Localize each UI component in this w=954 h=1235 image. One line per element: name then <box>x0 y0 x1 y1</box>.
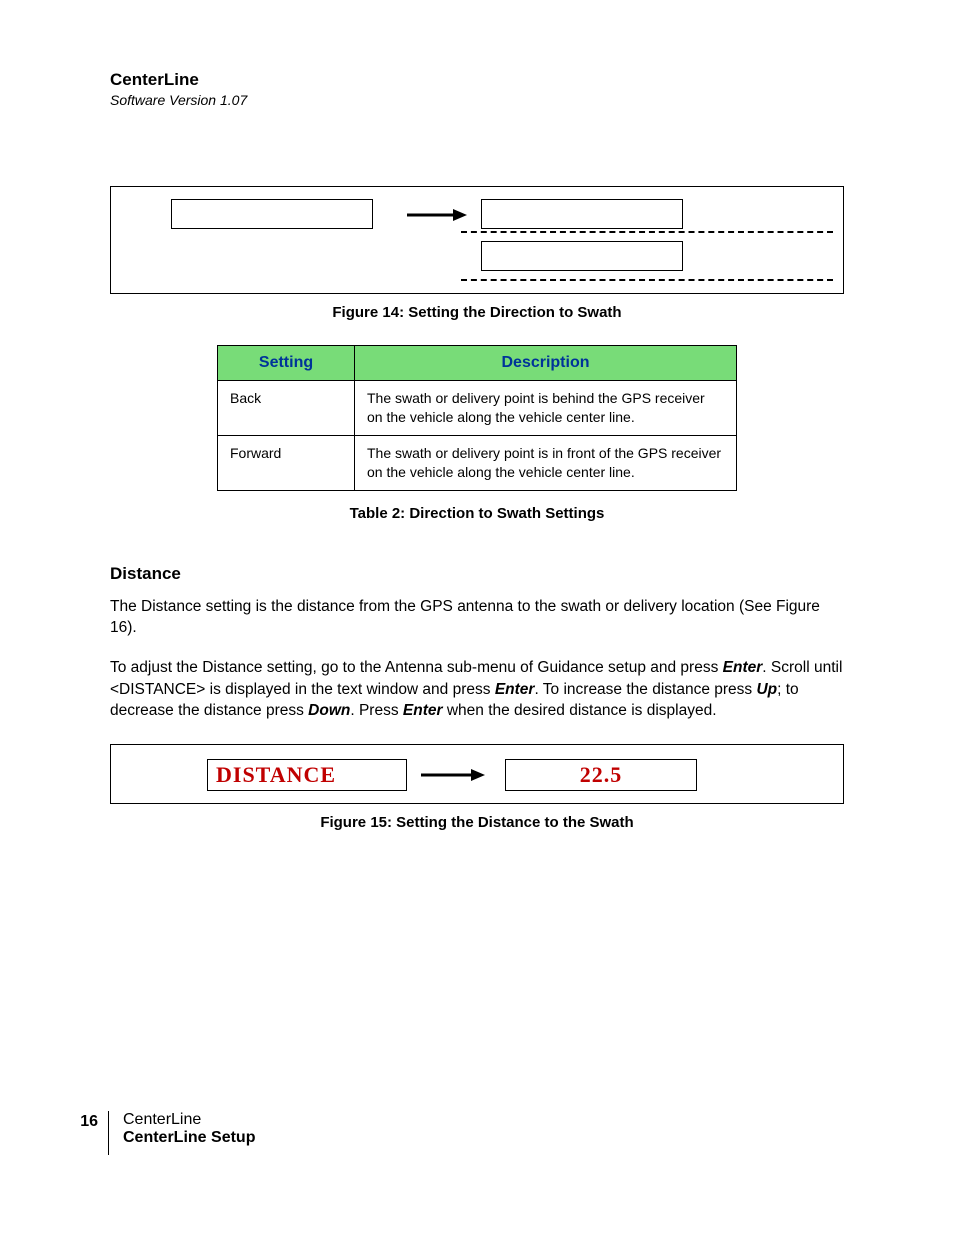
key-up: Up <box>756 681 777 698</box>
page-footer: 16 CenterLine CenterLine Setup <box>0 1111 255 1155</box>
text-run: To adjust the Distance setting, go to th… <box>110 659 723 676</box>
footer-text: CenterLine CenterLine Setup <box>123 1111 255 1147</box>
text-run: . Press <box>350 702 403 719</box>
cell-setting: Forward <box>218 435 355 490</box>
lcd-distance-value: 22.5 <box>505 759 697 791</box>
table-row: Back The swath or delivery point is behi… <box>218 381 737 436</box>
distance-heading: Distance <box>110 564 844 584</box>
table-2-caption: Table 2: Direction to Swath Settings <box>217 505 737 522</box>
footer-line-1: CenterLine <box>123 1111 255 1129</box>
distance-paragraph-2: To adjust the Distance setting, go to th… <box>110 657 844 722</box>
arrow-right-icon <box>421 769 485 781</box>
table-header-setting: Setting <box>218 346 355 381</box>
footer-divider <box>108 1111 109 1155</box>
diagram-box-right-bottom <box>481 241 683 271</box>
figure-14-diagram <box>110 186 844 294</box>
text-run: when the desired distance is displayed. <box>443 702 717 719</box>
text-run: . To increase the distance press <box>534 681 756 698</box>
table-row: Forward The swath or delivery point is i… <box>218 435 737 490</box>
key-enter: Enter <box>403 702 443 719</box>
key-down: Down <box>308 702 350 719</box>
table-header-description: Description <box>355 346 737 381</box>
page-header: CenterLine Software Version 1.07 <box>110 70 844 108</box>
footer-line-2: CenterLine Setup <box>123 1129 255 1147</box>
lcd-distance-label: DISTANCE <box>207 759 407 791</box>
diagram-box-right-top <box>481 199 683 229</box>
figure-15-caption: Figure 15: Setting the Distance to the S… <box>110 814 844 831</box>
table-2: Setting Description Back The swath or de… <box>217 345 737 522</box>
key-enter: Enter <box>495 681 535 698</box>
cell-description: The swath or delivery point is behind th… <box>355 381 737 436</box>
cell-description: The swath or delivery point is in front … <box>355 435 737 490</box>
distance-paragraph-1: The Distance setting is the distance fro… <box>110 596 844 639</box>
cell-setting: Back <box>218 381 355 436</box>
diagram-dashed-line <box>461 231 833 233</box>
figure-14-caption: Figure 14: Setting the Direction to Swat… <box>110 304 844 321</box>
document-title: CenterLine <box>110 70 844 90</box>
page: CenterLine Software Version 1.07 Figure … <box>0 0 954 1235</box>
diagram-box-left <box>171 199 373 229</box>
page-number: 16 <box>0 1111 108 1131</box>
diagram-dashed-line <box>461 279 833 281</box>
software-version: Software Version 1.07 <box>110 92 844 108</box>
arrow-right-icon <box>407 209 467 221</box>
figure-15-diagram: DISTANCE 22.5 <box>110 744 844 804</box>
key-enter: Enter <box>723 659 763 676</box>
